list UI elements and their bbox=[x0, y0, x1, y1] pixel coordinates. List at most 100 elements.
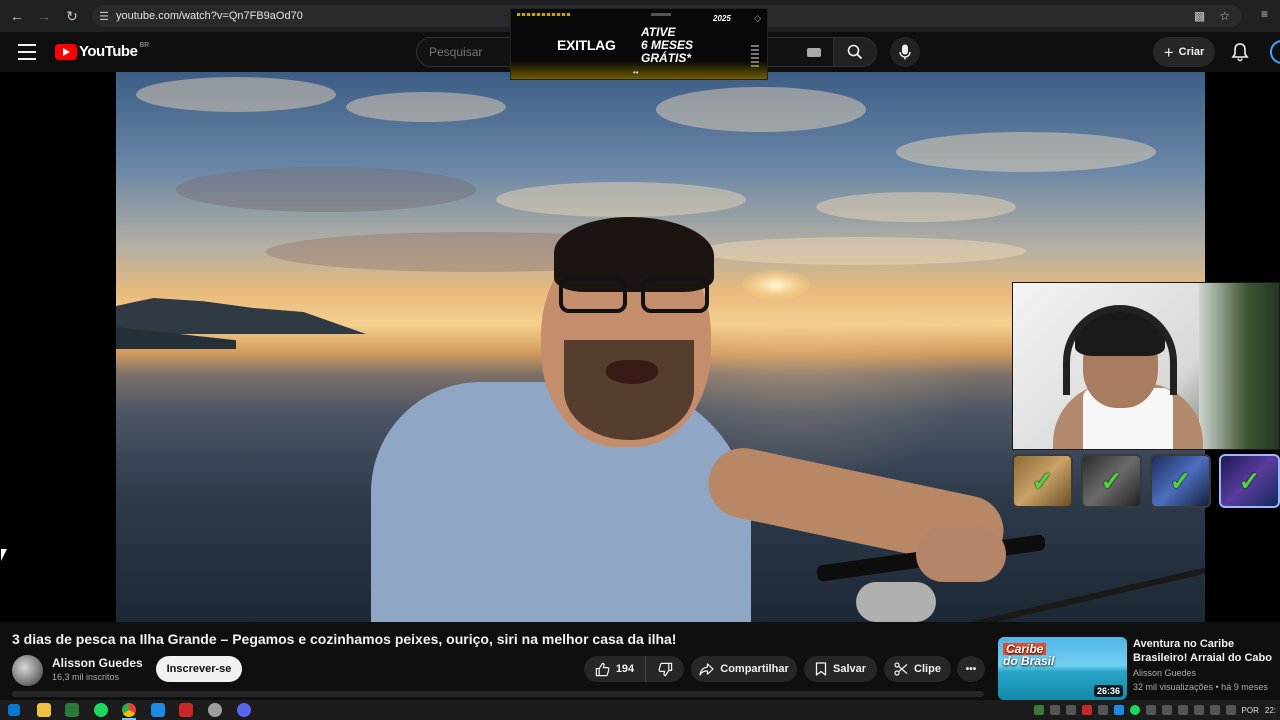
reading-list-icon[interactable]: ≡ bbox=[1261, 7, 1268, 21]
exitlag-ad-overlay[interactable]: 2025 ◇ EXITLAG ATIVE 6 MESES GRÁTIS* •• bbox=[510, 8, 768, 80]
clock[interactable]: 22: bbox=[1265, 706, 1276, 715]
app-icon[interactable] bbox=[179, 703, 193, 717]
microphone-tray-icon[interactable] bbox=[1177, 705, 1188, 715]
tray-icon[interactable] bbox=[1129, 705, 1140, 715]
subscribe-button[interactable]: Inscrever-se bbox=[156, 656, 242, 682]
search-button[interactable] bbox=[833, 37, 877, 67]
checkmark-icon: ✓ bbox=[1238, 465, 1261, 496]
create-label: Criar bbox=[1178, 46, 1205, 58]
fishing-reel bbox=[856, 582, 936, 622]
thumbs-down-icon bbox=[658, 662, 672, 676]
discord-icon[interactable] bbox=[237, 703, 251, 717]
voice-search-button[interactable] bbox=[890, 37, 920, 67]
subscriber-count: 16,3 mil inscritos bbox=[52, 672, 120, 682]
tray-icon[interactable] bbox=[1113, 705, 1124, 715]
ad-close-icon[interactable]: ◇ bbox=[754, 13, 761, 24]
tray-icon[interactable] bbox=[1081, 705, 1092, 715]
start-menu-icon[interactable] bbox=[8, 704, 20, 716]
menu-icon[interactable] bbox=[18, 44, 36, 60]
volume-icon[interactable] bbox=[1225, 705, 1236, 715]
back-icon[interactable]: ← bbox=[4, 3, 30, 29]
battery-icon[interactable] bbox=[1193, 705, 1204, 715]
search-icon bbox=[847, 44, 863, 60]
logo-region: BR bbox=[139, 42, 150, 49]
glasses bbox=[559, 277, 719, 317]
like-button[interactable]: 194 bbox=[584, 656, 646, 682]
share-button[interactable]: Compartilhar bbox=[691, 656, 797, 682]
microphone-icon bbox=[899, 44, 911, 60]
person bbox=[371, 382, 751, 622]
quest-badge: ✓ bbox=[1081, 454, 1142, 508]
youtube-play-icon bbox=[55, 43, 77, 60]
tray-icon[interactable] bbox=[1145, 705, 1156, 715]
like-count: 194 bbox=[615, 663, 635, 675]
create-button[interactable]: + Criar bbox=[1153, 37, 1215, 67]
more-actions-button[interactable]: ••• bbox=[957, 656, 985, 682]
site-info-icon[interactable]: ☰ bbox=[92, 10, 116, 23]
dislike-button[interactable] bbox=[646, 656, 684, 682]
forward-icon[interactable]: → bbox=[31, 3, 57, 29]
search-input[interactable] bbox=[429, 45, 509, 59]
more-dots-icon: ••• bbox=[965, 663, 977, 675]
tray-icon[interactable] bbox=[1033, 705, 1044, 715]
install-app-icon[interactable]: ▩ bbox=[1194, 9, 1205, 23]
like-dislike-group: 194 bbox=[584, 656, 684, 682]
checkmark-icon: ✓ bbox=[1031, 465, 1054, 496]
video-title: 3 dias de pesca na Ilha Grande – Pegamos… bbox=[12, 631, 677, 647]
quest-badge: ✓ bbox=[1012, 454, 1073, 508]
checkmark-icon: ✓ bbox=[1100, 465, 1123, 496]
checkmark-icon: ✓ bbox=[1169, 465, 1192, 496]
stream-quest-icons: ✓ ✓ ✓ ✓ bbox=[1012, 454, 1280, 510]
sun bbox=[741, 270, 811, 300]
share-label: Compartilhar bbox=[720, 663, 789, 675]
recommended-video-thumbnail[interactable]: Caribe do Brasil 26:36 bbox=[998, 637, 1127, 700]
clip-button[interactable]: Clipe bbox=[884, 656, 951, 682]
streamer-webcam bbox=[1012, 282, 1280, 450]
plus-icon: + bbox=[1163, 42, 1174, 62]
keyboard-icon[interactable] bbox=[807, 48, 821, 57]
tray-icon[interactable] bbox=[1097, 705, 1108, 715]
video-duration: 26:36 bbox=[1093, 685, 1123, 697]
logo-text: YouTube bbox=[79, 43, 138, 60]
tray-icon[interactable] bbox=[1161, 705, 1172, 715]
island bbox=[116, 298, 366, 334]
share-icon bbox=[699, 662, 714, 676]
ad-badge: 2025 bbox=[713, 14, 731, 23]
description-box-edge[interactable] bbox=[12, 691, 984, 697]
store-icon[interactable] bbox=[65, 703, 79, 717]
windows-taskbar: POR 22: bbox=[0, 700, 1280, 720]
save-label: Salvar bbox=[832, 663, 867, 675]
thumbs-up-icon bbox=[595, 662, 610, 676]
url-text: youtube.com/watch?v=Qn7FB9aOd70 bbox=[116, 10, 303, 22]
video-player[interactable]: ✓ ✓ ✓ ✓ bbox=[0, 72, 1280, 622]
tray-icon[interactable] bbox=[1049, 705, 1060, 715]
bookmark-star-icon[interactable]: ☆ bbox=[1219, 9, 1230, 23]
app-icon[interactable] bbox=[208, 703, 222, 717]
ad-brand: EXITLAG bbox=[557, 37, 616, 53]
system-tray: POR 22: bbox=[1033, 700, 1280, 720]
reload-icon[interactable]: ↻ bbox=[59, 3, 85, 29]
recommended-video-meta: 32 mil visualizações • há 9 meses bbox=[1133, 682, 1268, 692]
recommended-video-channel[interactable]: Alisson Guedes bbox=[1133, 668, 1196, 678]
quest-badge: ✓ bbox=[1150, 454, 1211, 508]
account-avatar[interactable] bbox=[1270, 40, 1280, 64]
thumbnail-text-line-2: do Brasil bbox=[1003, 654, 1055, 668]
youtube-logo[interactable]: YouTube BR bbox=[55, 42, 150, 60]
quest-badge: ✓ bbox=[1219, 454, 1280, 508]
bookmark-icon bbox=[815, 662, 827, 676]
notifications-bell-icon[interactable] bbox=[1230, 42, 1250, 62]
spotify-icon[interactable] bbox=[94, 703, 108, 717]
clip-label: Clipe bbox=[914, 663, 941, 675]
language-indicator[interactable]: POR bbox=[1242, 706, 1259, 715]
file-explorer-icon[interactable] bbox=[37, 703, 51, 717]
tray-icon[interactable] bbox=[1065, 705, 1076, 715]
app-icon[interactable] bbox=[151, 703, 165, 717]
channel-avatar[interactable] bbox=[12, 655, 43, 686]
scissors-icon bbox=[894, 662, 908, 676]
save-button[interactable]: Salvar bbox=[804, 656, 877, 682]
mouse-cursor-icon bbox=[1, 549, 7, 561]
network-icon[interactable] bbox=[1209, 705, 1220, 715]
channel-name[interactable]: Alisson Guedes bbox=[52, 656, 143, 670]
chrome-icon[interactable] bbox=[122, 703, 136, 717]
recommended-video-title[interactable]: Aventura no Caribe Brasileiro! Arraial d… bbox=[1133, 637, 1278, 665]
